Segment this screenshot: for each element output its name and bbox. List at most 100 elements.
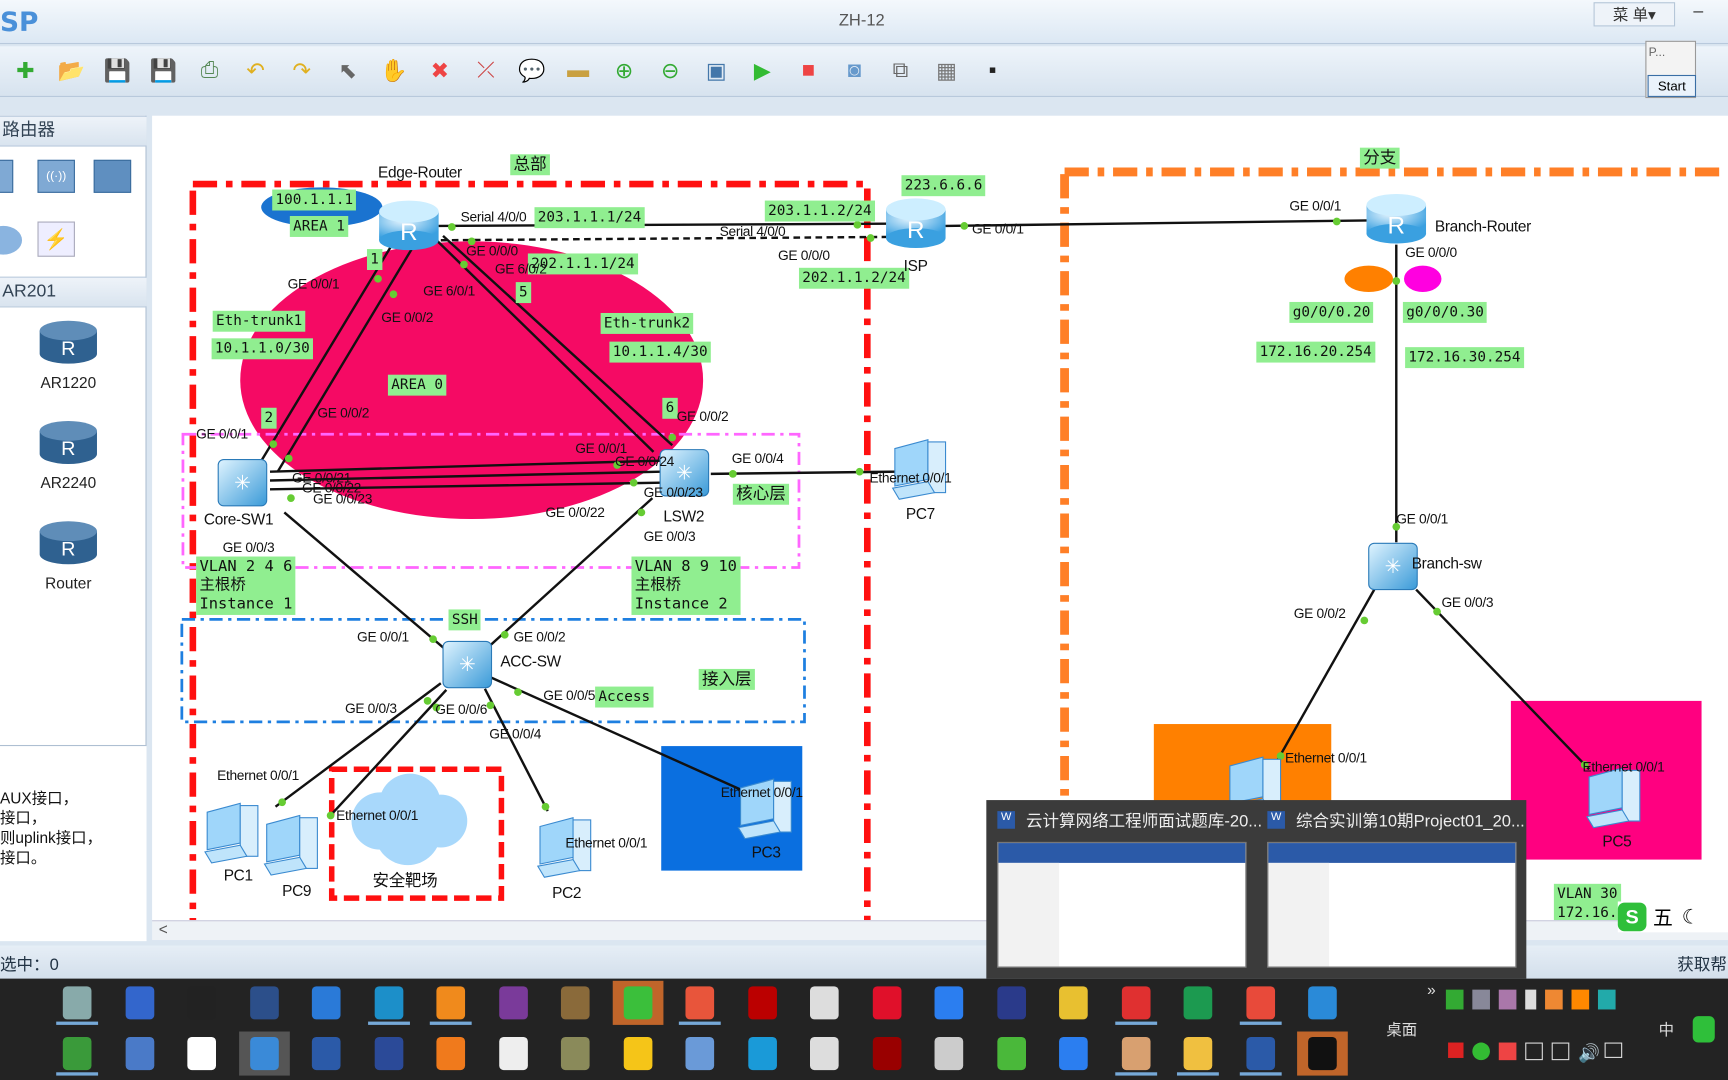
lock-icon[interactable] <box>924 1032 975 1076</box>
record-icon[interactable] <box>1448 1042 1464 1058</box>
word-m-icon[interactable] <box>301 1032 352 1076</box>
typora-icon[interactable] <box>488 1032 539 1076</box>
desktop-button[interactable]: 桌面 <box>1386 1018 1417 1040</box>
fit-view-icon[interactable]: ▣ <box>700 55 733 88</box>
ime-mode[interactable]: 五 <box>1653 903 1673 932</box>
wechat-icon[interactable] <box>612 980 663 1025</box>
cloud-category-icon[interactable] <box>0 225 23 255</box>
ime-toolbar[interactable]: S 五 ☾ <box>1617 901 1728 933</box>
folder-icon[interactable] <box>1173 1032 1224 1076</box>
add-shape-icon[interactable]: ▬ <box>562 55 595 88</box>
microphone-icon[interactable] <box>1525 989 1537 1010</box>
sandbox-icon[interactable] <box>52 981 103 1025</box>
net-icon[interactable] <box>363 981 414 1025</box>
sogou-tray-icon[interactable] <box>1692 1016 1715 1043</box>
qq-tray-icon[interactable] <box>1545 989 1563 1010</box>
save-as-icon[interactable]: 💾 <box>147 55 180 88</box>
wechat-tray-icon[interactable] <box>1472 1042 1490 1061</box>
start-button[interactable]: Start <box>1647 74 1697 97</box>
save-icon[interactable]: 💾 <box>101 55 134 88</box>
topology-icon[interactable]: ⧉ <box>884 55 917 88</box>
recorder-icon[interactable] <box>1297 1031 1348 1076</box>
stop-device-icon[interactable]: ■ <box>792 55 825 88</box>
overflow-chevron-icon[interactable]: » <box>1427 981 1436 999</box>
tool-icon[interactable] <box>550 1032 601 1076</box>
word-icon[interactable] <box>1235 1032 1286 1076</box>
floating-window[interactable]: P... Start <box>1645 40 1697 99</box>
scroll-left-icon[interactable]: < <box>159 920 168 938</box>
open-icon[interactable]: 📂 <box>55 55 88 88</box>
network-icon[interactable] <box>1551 1042 1570 1061</box>
pycharm-icon[interactable] <box>1173 981 1224 1025</box>
delete-link-icon[interactable]: ⤫ <box>469 55 502 88</box>
wps-icon[interactable] <box>1235 981 1286 1025</box>
moon-icon[interactable]: ☾ <box>1682 905 1700 928</box>
undo-icon[interactable]: ↶ <box>239 55 272 88</box>
tray-app-icon[interactable] <box>1597 989 1616 1010</box>
search-tool-icon[interactable] <box>425 981 476 1025</box>
wireless-category-icon[interactable]: ((·)) <box>37 159 75 193</box>
grid-icon[interactable]: ▦ <box>930 55 963 88</box>
delete-icon[interactable]: ✖ <box>423 55 456 88</box>
ensp-icon[interactable] <box>238 1031 290 1076</box>
hdx-icon[interactable] <box>239 981 290 1025</box>
sticky-icon[interactable] <box>612 1032 663 1076</box>
books-icon[interactable] <box>550 981 601 1025</box>
shark-icon[interactable] <box>301 981 352 1025</box>
help-link[interactable]: 获取帮 <box>1677 952 1727 975</box>
device-ar2240[interactable]: R AR2240 <box>22 420 115 492</box>
filezilla-icon[interactable] <box>737 981 788 1025</box>
python-icon[interactable] <box>799 981 850 1025</box>
minimize-button[interactable]: – <box>1680 2 1717 26</box>
capture-icon[interactable]: ◙ <box>838 55 871 88</box>
new-topology-icon[interactable]: ✚ <box>9 55 42 88</box>
chrome-icon[interactable] <box>1048 981 1099 1025</box>
tcpip-icon[interactable] <box>799 1032 850 1076</box>
wps-tray-icon[interactable] <box>1498 1042 1517 1061</box>
print-icon[interactable]: ⎙ <box>193 55 226 88</box>
console-icon[interactable]: ▪ <box>976 55 1009 88</box>
network-monitor-icon[interactable] <box>114 1032 165 1076</box>
add-text-icon[interactable]: 💬 <box>515 55 548 88</box>
device-router[interactable]: R Router <box>22 521 115 592</box>
c-app-icon[interactable] <box>674 981 725 1025</box>
preview-thumbnail[interactable] <box>997 841 1247 968</box>
eclipse-icon[interactable] <box>986 981 1037 1025</box>
find-icon[interactable] <box>1297 981 1348 1025</box>
select-icon[interactable]: ⬉ <box>331 55 364 88</box>
nvidia-icon[interactable] <box>1445 989 1464 1010</box>
redo-icon[interactable]: ↷ <box>285 55 318 88</box>
tray-app-icon[interactable] <box>1498 989 1517 1010</box>
onenote-icon[interactable] <box>488 981 539 1025</box>
swirl-icon[interactable] <box>1110 981 1161 1025</box>
battery-icon[interactable] <box>1604 1042 1623 1058</box>
notepad-icon[interactable] <box>52 1032 103 1076</box>
ime-indicator[interactable]: 中 <box>1659 1018 1674 1040</box>
tray-app-icon[interactable] <box>1472 989 1490 1010</box>
search-tray-icon[interactable] <box>1571 989 1590 1010</box>
device-ar1220[interactable]: R AR1220 <box>22 320 115 391</box>
visio-icon[interactable] <box>363 1032 414 1076</box>
preview-title[interactable]: 云计算网络工程师面试题库-20... <box>1026 809 1262 832</box>
link-category-icon[interactable]: ⚡ <box>37 221 75 257</box>
start-device-icon[interactable]: ▶ <box>746 55 779 88</box>
zoom-out-icon[interactable]: ⊖ <box>654 55 687 88</box>
red-app-icon[interactable] <box>861 1032 912 1076</box>
youdao-icon[interactable] <box>861 981 912 1025</box>
display-icon[interactable] <box>1525 1042 1543 1061</box>
paint-icon[interactable] <box>1110 1032 1161 1076</box>
firefox-icon[interactable] <box>425 1032 476 1076</box>
blue-pen-icon[interactable] <box>924 981 975 1025</box>
camtasia-icon[interactable] <box>986 1032 1037 1076</box>
preview-thumbnail[interactable] <box>1267 841 1517 968</box>
pan-hand-icon[interactable]: ✋ <box>377 55 410 88</box>
firewall-category-icon[interactable] <box>93 159 132 193</box>
qq-icon[interactable] <box>176 981 227 1025</box>
switch-category-icon[interactable] <box>0 159 14 193</box>
menu-button[interactable]: 菜 单▾ <box>1593 2 1676 27</box>
baidu-netdisk-icon[interactable] <box>176 1032 227 1076</box>
preview-title[interactable]: 综合实训第10期Project01_20... <box>1296 809 1525 832</box>
bird-icon[interactable] <box>1048 1032 1099 1076</box>
viewer-icon[interactable] <box>674 1032 725 1076</box>
zoom-in-icon[interactable]: ⊕ <box>608 55 641 88</box>
